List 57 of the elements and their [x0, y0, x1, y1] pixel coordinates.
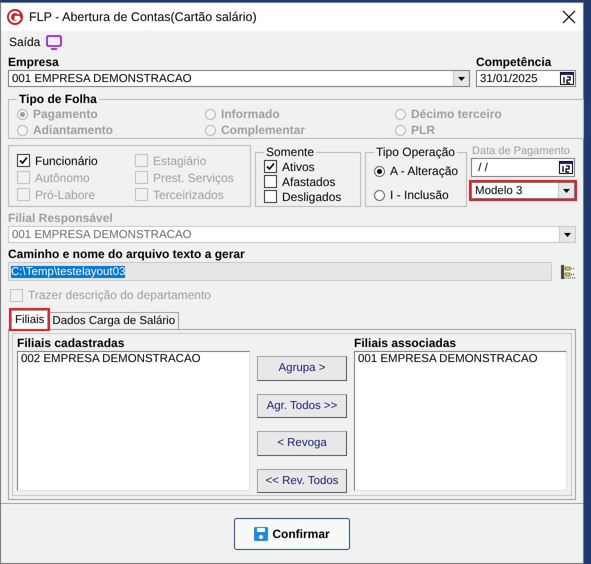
group-title: Tipo Operação — [375, 145, 456, 159]
checkbox-label: Trazer descrição do departamento — [28, 288, 211, 302]
checkbox[interactable] — [17, 154, 30, 167]
checkbox[interactable] — [264, 160, 277, 173]
list-box[interactable]: 001 EMPRESA DEMONSTRACAO — [354, 351, 567, 491]
app-logo-icon — [7, 9, 23, 25]
checkbox[interactable] — [264, 190, 277, 203]
list-item[interactable]: 002 EMPRESA DEMONSTRACAO — [21, 353, 246, 365]
company-dropdown[interactable]: 001 EMPRESA DEMONSTRACAO — [8, 70, 470, 87]
transfer-button[interactable]: Agr. Todos >> — [257, 394, 347, 418]
checkbox-label: Terceirizados — [153, 188, 224, 202]
list-label: Filiais associadas — [354, 336, 458, 351]
radio-button[interactable] — [374, 190, 385, 200]
radio-label: Décimo terceiro — [411, 107, 502, 121]
menu-item[interactable]: Saída — [9, 35, 40, 49]
checkbox[interactable] — [264, 175, 277, 188]
field-label: Caminho e nome do arquivo texto a gerar — [8, 247, 246, 262]
radio-label: Informado — [221, 107, 280, 121]
list-box[interactable]: 002 EMPRESA DEMONSTRACAO — [17, 351, 250, 491]
date-field[interactable]: 31/01/2025 — [476, 70, 576, 87]
checkbox-label: Afastados — [282, 174, 336, 188]
list-item[interactable]: 001 EMPRESA DEMONSTRACAO — [358, 353, 563, 365]
window-title: FLP - Abertura de Contas(Cartão salário) — [29, 10, 258, 24]
radio-label: A - Alteração — [390, 164, 458, 178]
list-label: Filiais cadastradas — [17, 336, 126, 351]
checkbox-label: Ativos — [282, 160, 315, 174]
monitor-icon — [46, 34, 62, 50]
transfer-button[interactable]: Agrupa > — [257, 356, 347, 380]
checkbox-label: Desligados — [282, 190, 342, 204]
model-dropdown[interactable]: Modelo 3 — [471, 182, 576, 199]
field-label: Filial Responsável — [8, 211, 114, 226]
tab[interactable]: Filiais — [11, 310, 48, 329]
checkbox-label: Autônomo — [35, 170, 90, 184]
field-label: Data de Pagamento — [471, 145, 571, 158]
group-title: Somente — [265, 145, 316, 159]
confirm-button[interactable]: Confirmar — [234, 518, 350, 550]
checkbox-label: Funcionário — [35, 154, 98, 168]
folder-tree-icon — [560, 264, 576, 280]
radio-label: Complementar — [221, 123, 306, 137]
radio-label: I - Inclusão — [390, 188, 449, 202]
calendar-icon[interactable] — [558, 160, 574, 174]
transfer-button[interactable]: << Rev. Todos — [257, 468, 347, 493]
radio-label: PLR — [411, 123, 435, 137]
checkbox-label: Prest. Serviços — [153, 170, 234, 184]
field-label: Empresa — [8, 55, 60, 70]
field-label: Competência — [476, 55, 552, 70]
radio-label: Adiantamento — [33, 123, 114, 137]
group-title: Tipo de Folha — [18, 92, 98, 106]
calendar-icon[interactable] — [559, 72, 574, 86]
radio-button[interactable] — [374, 166, 385, 176]
checkbox-label: Estagiário — [153, 154, 206, 168]
close-button[interactable] — [561, 9, 577, 25]
tab[interactable]: Dados Carga de Salário — [48, 312, 180, 329]
transfer-button[interactable]: < Revoga — [257, 431, 347, 456]
radio-label: Pagamento — [33, 107, 98, 121]
checkbox-label: Pró-Labore — [35, 188, 96, 202]
path-field[interactable]: C:\Temp\testelayout03 — [8, 262, 552, 281]
